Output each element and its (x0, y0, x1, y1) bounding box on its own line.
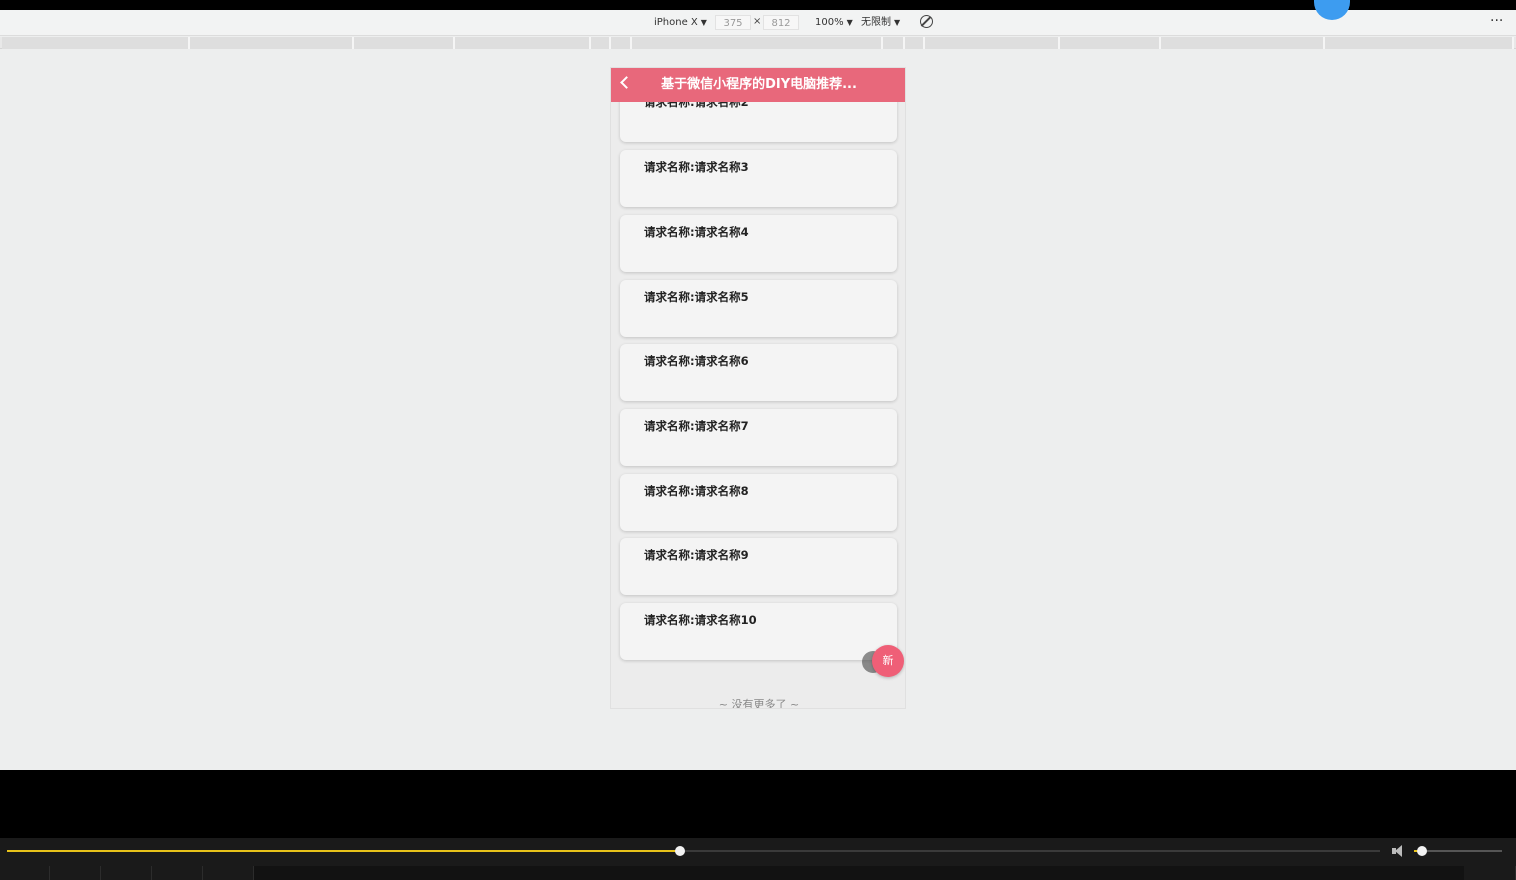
ruler-segment (190, 37, 354, 49)
thumbnail[interactable] (101, 866, 152, 880)
item-label: 请求名称:请求名称4 (644, 225, 749, 239)
item-label: 请求名称:请求名称7 (644, 419, 749, 433)
chevron-down-icon: ▼ (846, 18, 853, 27)
ruler-segment (883, 37, 905, 49)
network-select-label: 无限制 (861, 17, 891, 28)
zoom-select-label: 100% (815, 17, 844, 28)
height-input[interactable]: 812 (763, 15, 799, 30)
list-item[interactable]: 请求名称:请求名称6 (620, 344, 897, 401)
ruler-segment (1060, 37, 1161, 49)
thumbnail[interactable] (1464, 866, 1516, 880)
add-new-button[interactable]: 新 (872, 645, 904, 677)
thumbnail[interactable] (203, 866, 254, 880)
ruler-segment (354, 37, 455, 49)
thumbnail-strip (0, 866, 1516, 880)
item-label: 请求名称:请求名称6 (644, 354, 749, 368)
list-item[interactable]: 请求名称:请求名称8 (620, 474, 897, 531)
volume-handle[interactable] (1416, 846, 1427, 856)
back-arrow-icon[interactable] (620, 76, 633, 89)
progress-fill (7, 850, 680, 852)
device-select[interactable]: iPhone X ▼ (654, 16, 707, 30)
ruler-segment (1161, 37, 1325, 49)
ruler-bar (0, 37, 1516, 49)
item-label: 请求名称:请求名称5 (644, 290, 749, 304)
list-item[interactable]: 请求名称:请求名称7 (620, 409, 897, 466)
chevron-down-icon: ▼ (894, 18, 901, 27)
list-item[interactable]: 请求名称:请求名称5 (620, 280, 897, 337)
list-item[interactable]: 请求名称:请求名称9 (620, 538, 897, 595)
item-label: 请求名称:请求名称2 (644, 102, 749, 109)
list-item[interactable]: 请求名称:请求名称2 (620, 102, 897, 142)
floating-assistant-icon[interactable] (1314, 0, 1350, 20)
ruler-segment (905, 37, 925, 49)
thumbnail[interactable] (50, 866, 101, 880)
chevron-down-icon: ▼ (700, 18, 707, 27)
list-item[interactable]: 请求名称:请求名称4 (620, 215, 897, 272)
ruler-segment (611, 37, 632, 49)
thumbnail[interactable] (0, 866, 50, 880)
item-label: 请求名称:请求名称10 (644, 613, 757, 627)
zoom-select[interactable]: 100% ▼ (815, 16, 853, 30)
ruler-segment (2, 37, 190, 49)
volume-slider[interactable] (1414, 850, 1502, 852)
phone-screen: 基于微信小程序的DIY电脑推荐... 请求名称:请求名称2 请求名称:请求名称3… (610, 67, 906, 709)
volume-icon[interactable] (1392, 844, 1408, 858)
device-select-label: iPhone X (654, 17, 698, 28)
progress-track[interactable] (7, 850, 1380, 852)
item-label: 请求名称:请求名称9 (644, 548, 749, 562)
more-icon[interactable]: ··· (1490, 13, 1503, 29)
thumbnail[interactable] (152, 866, 203, 880)
video-player-controls (0, 838, 1516, 880)
rotate-icon[interactable] (920, 15, 933, 28)
ruler-segment (925, 37, 1060, 49)
nav-bar: 基于微信小程序的DIY电脑推荐... (611, 68, 905, 102)
simulator-toolbar: iPhone X ▼ 375 × 812 100% ▼ 无限制 ▼ ··· (0, 0, 1516, 36)
screen: iPhone X ▼ 375 × 812 100% ▼ 无限制 ▼ ··· 基于… (0, 0, 1516, 880)
list-item[interactable]: 请求名称:请求名称3 (620, 150, 897, 207)
network-select[interactable]: 无限制 ▼ (861, 16, 900, 30)
no-more-text: ~ 没有更多了 ~ (718, 698, 800, 709)
progress-handle[interactable] (674, 846, 685, 856)
ruler-segment (591, 37, 611, 49)
ruler-segment (632, 37, 883, 49)
ruler-segment (1325, 37, 1514, 49)
top-edge (0, 0, 1516, 10)
request-list[interactable]: 请求名称:请求名称2 请求名称:请求名称3 请求名称:请求名称4 请求名称:请求… (611, 102, 905, 709)
times-sign: × (753, 16, 762, 27)
list-item[interactable]: 请求名称:请求名称10 (620, 603, 897, 660)
item-label: 请求名称:请求名称8 (644, 484, 749, 498)
width-input[interactable]: 375 (715, 15, 751, 30)
item-label: 请求名称:请求名称3 (644, 160, 749, 174)
page-title: 基于微信小程序的DIY电脑推荐... (661, 77, 857, 92)
devtools-simulator: iPhone X ▼ 375 × 812 100% ▼ 无限制 ▼ ··· 基于… (0, 0, 1516, 770)
ruler-segment (455, 37, 591, 49)
